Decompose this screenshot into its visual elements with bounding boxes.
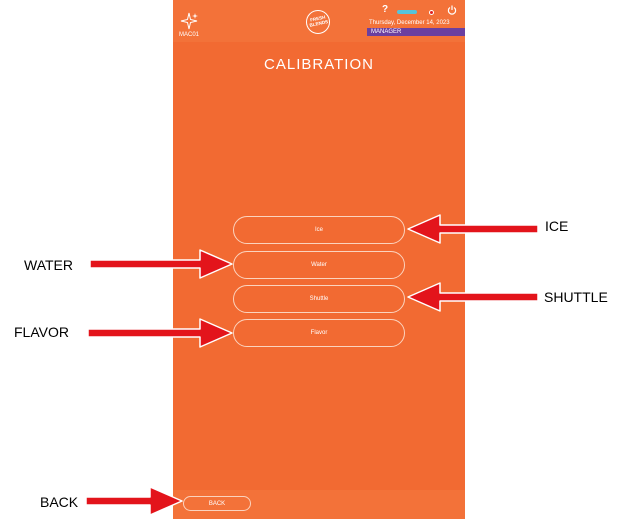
callout-arrows <box>85 214 539 516</box>
arrow-flavor <box>87 318 233 348</box>
arrow-back <box>85 486 183 516</box>
arrow-water <box>89 249 233 279</box>
arrow-ice <box>407 214 539 244</box>
arrow-shuttle <box>407 282 539 312</box>
